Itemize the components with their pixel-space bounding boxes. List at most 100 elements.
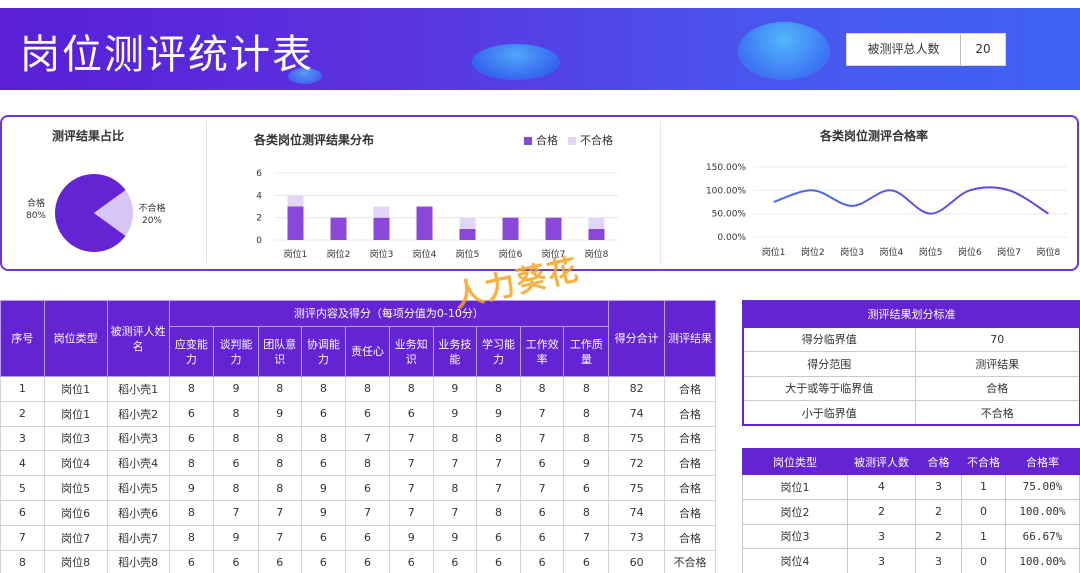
- cell-score[interactable]: 7: [432, 499, 478, 526]
- cell-result[interactable]: 不合格: [664, 549, 716, 573]
- cell-score[interactable]: 8: [432, 425, 478, 452]
- rate-cell[interactable]: 2: [915, 523, 962, 550]
- cell-score[interactable]: 6: [519, 499, 565, 526]
- cell-score[interactable]: 8: [257, 450, 302, 477]
- cell-score[interactable]: 7: [257, 524, 302, 551]
- cell-score[interactable]: 7: [476, 450, 521, 477]
- cell-index[interactable]: 2: [0, 400, 45, 427]
- cell-type[interactable]: 岗位1: [43, 400, 108, 427]
- cell-score[interactable]: 6: [213, 549, 259, 573]
- rate-cell[interactable]: 4: [847, 474, 916, 500]
- line-series[interactable]: [773, 186, 1049, 215]
- cell-score[interactable]: 9: [388, 524, 434, 551]
- pie-chart[interactable]: 合格 80% 不合格 20%: [6, 157, 202, 265]
- cell-score[interactable]: 9: [476, 400, 521, 427]
- bar-fail[interactable]: [588, 217, 605, 229]
- cell-total[interactable]: 74: [608, 400, 666, 427]
- cell-name[interactable]: 稻小壳8: [106, 549, 170, 573]
- cell-score[interactable]: 7: [388, 475, 434, 501]
- standard-value[interactable]: 70: [914, 326, 1080, 352]
- cell-name[interactable]: 稻小壳3: [106, 425, 170, 452]
- cell-name[interactable]: 稻小壳5: [106, 475, 170, 501]
- bar-pass[interactable]: [416, 206, 433, 241]
- total-count-value[interactable]: 20: [961, 34, 1005, 65]
- cell-index[interactable]: 6: [0, 499, 45, 526]
- rate-cell[interactable]: 3: [915, 474, 962, 500]
- cell-score[interactable]: 7: [432, 450, 478, 477]
- rate-cell[interactable]: 0: [961, 498, 1006, 525]
- cell-score[interactable]: 8: [168, 450, 215, 477]
- standard-label[interactable]: 得分范围: [742, 351, 916, 377]
- cell-score[interactable]: 8: [168, 524, 215, 551]
- cell-type[interactable]: 岗位4: [43, 450, 108, 477]
- cell-score[interactable]: 6: [345, 400, 390, 427]
- cell-score[interactable]: 7: [476, 475, 521, 501]
- rate-cell[interactable]: 1: [961, 474, 1006, 500]
- cell-result[interactable]: 合格: [664, 425, 716, 452]
- standard-value[interactable]: 不合格: [914, 400, 1080, 426]
- cell-index[interactable]: 5: [0, 475, 45, 501]
- cell-total[interactable]: 75: [608, 425, 666, 452]
- cell-score[interactable]: 9: [563, 450, 610, 477]
- bar-pass[interactable]: [287, 206, 304, 241]
- cell-score[interactable]: 8: [213, 475, 259, 501]
- rate-cell[interactable]: 岗位1: [742, 474, 848, 500]
- cell-total[interactable]: 60: [608, 549, 666, 573]
- cell-score[interactable]: 6: [476, 524, 521, 551]
- rate-cell[interactable]: 2: [915, 498, 962, 525]
- cell-score[interactable]: 7: [563, 524, 610, 551]
- cell-name[interactable]: 稻小壳2: [106, 400, 170, 427]
- cell-score[interactable]: 7: [388, 499, 434, 526]
- cell-score[interactable]: 6: [257, 549, 302, 573]
- cell-type[interactable]: 岗位6: [43, 499, 108, 526]
- cell-result[interactable]: 合格: [664, 475, 716, 501]
- cell-score[interactable]: 8: [476, 376, 521, 402]
- cell-total[interactable]: 75: [608, 475, 666, 501]
- cell-score[interactable]: 6: [563, 549, 610, 573]
- bar-pass[interactable]: [373, 217, 390, 240]
- cell-score[interactable]: 9: [168, 475, 215, 501]
- cell-score[interactable]: 9: [432, 400, 478, 427]
- rate-cell[interactable]: 75.00%: [1005, 474, 1080, 500]
- cell-score[interactable]: 7: [519, 475, 565, 501]
- rate-cell[interactable]: 2: [847, 498, 916, 525]
- cell-score[interactable]: 6: [388, 400, 434, 427]
- cell-type[interactable]: 岗位8: [43, 549, 108, 573]
- cell-score[interactable]: 6: [345, 549, 390, 573]
- rate-cell[interactable]: 100.00%: [1005, 548, 1080, 573]
- rate-cell[interactable]: 66.67%: [1005, 523, 1080, 550]
- cell-index[interactable]: 7: [0, 524, 45, 551]
- cell-score[interactable]: 8: [257, 425, 302, 452]
- rate-cell[interactable]: 3: [847, 548, 916, 573]
- cell-index[interactable]: 1: [0, 376, 45, 402]
- cell-score[interactable]: 9: [213, 376, 259, 402]
- cell-score[interactable]: 7: [345, 425, 390, 452]
- cell-score[interactable]: 6: [168, 400, 215, 427]
- standard-label[interactable]: 得分临界值: [742, 326, 916, 352]
- cell-index[interactable]: 3: [0, 425, 45, 452]
- line-chart[interactable]: 0.00% 50.00% 100.00% 150.00% 岗位1 岗位2 岗位3 岗位4 岗位5…: [682, 153, 1078, 267]
- cell-name[interactable]: 稻小壳6: [106, 499, 170, 526]
- cell-score[interactable]: 9: [432, 376, 478, 402]
- cell-score[interactable]: 6: [168, 425, 215, 452]
- cell-result[interactable]: 合格: [664, 450, 716, 477]
- cell-score[interactable]: 8: [300, 376, 347, 402]
- cell-score[interactable]: 7: [213, 499, 259, 526]
- cell-score[interactable]: 9: [213, 524, 259, 551]
- cell-total[interactable]: 73: [608, 524, 666, 551]
- cell-score[interactable]: 8: [563, 400, 610, 427]
- cell-name[interactable]: 稻小壳7: [106, 524, 170, 551]
- rate-cell[interactable]: 0: [961, 548, 1006, 573]
- cell-score[interactable]: 8: [213, 400, 259, 427]
- cell-score[interactable]: 7: [345, 499, 390, 526]
- rate-cell[interactable]: 100.00%: [1005, 498, 1080, 525]
- standard-label[interactable]: 大于或等于临界值: [742, 375, 916, 401]
- cell-score[interactable]: 7: [519, 400, 565, 427]
- cell-score[interactable]: 8: [432, 475, 478, 501]
- cell-score[interactable]: 7: [257, 499, 302, 526]
- cell-total[interactable]: 74: [608, 499, 666, 526]
- cell-score[interactable]: 8: [257, 376, 302, 402]
- cell-total[interactable]: 72: [608, 450, 666, 477]
- cell-result[interactable]: 合格: [664, 524, 716, 551]
- cell-score[interactable]: 6: [300, 549, 347, 573]
